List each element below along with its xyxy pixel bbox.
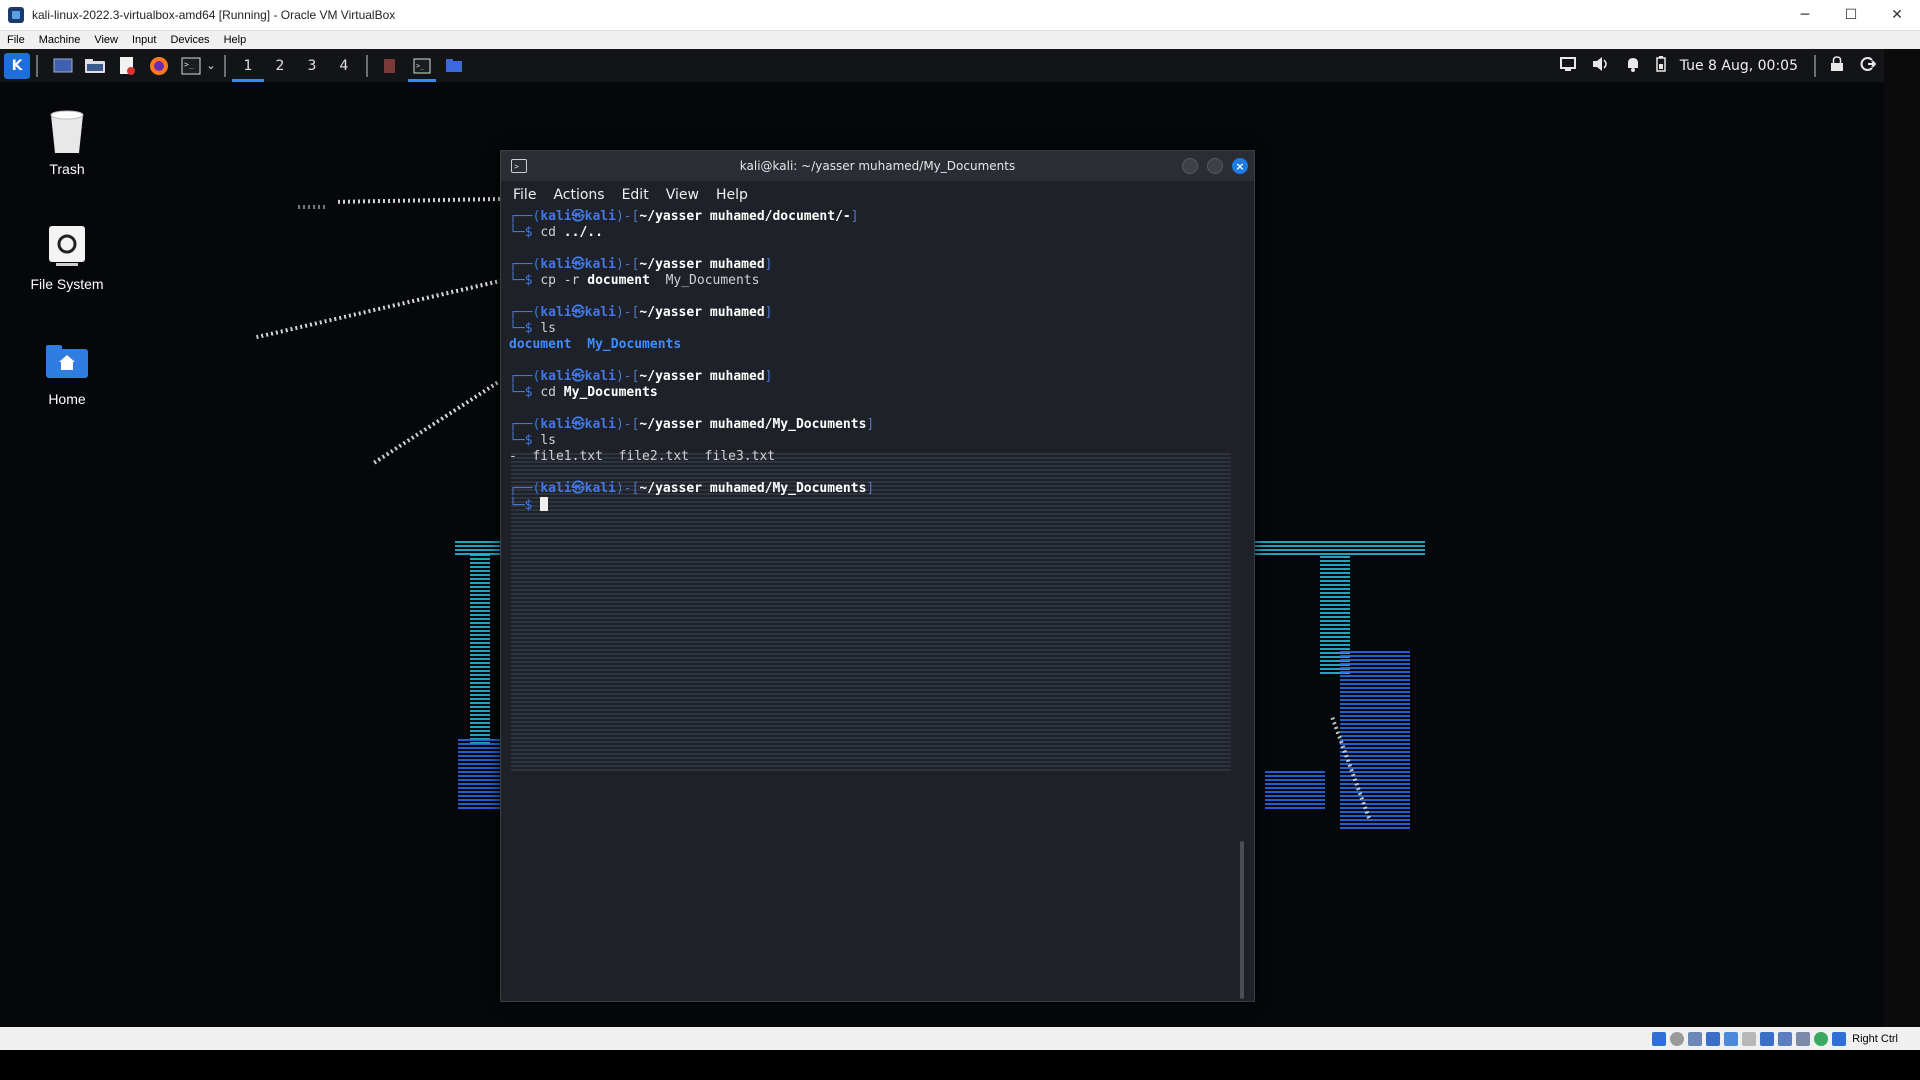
terminal-menu-help[interactable]: Help [716,187,748,203]
svg-text:>_: >_ [416,62,425,70]
file-manager-icon[interactable] [82,53,108,79]
taskbar-text-editor-icon[interactable] [374,49,406,82]
optical-drive-icon[interactable] [1670,1031,1685,1046]
vbox-menu-input[interactable]: Input [125,34,163,46]
command-line: └─$ ls [509,433,556,448]
close-button[interactable]: ✕ [1874,0,1920,30]
command-output: - file1.txt file2.txt file3.txt [509,449,776,464]
terminal-close-button[interactable]: × [1232,158,1248,174]
host-screen-bottom [0,1050,1920,1080]
kali-top-panel: K >_ ⌄ 1 2 3 4 >_ Tue 8 Aug, 00:05 [0,49,1884,82]
usb-icon[interactable] [1724,1031,1739,1046]
workspace-1[interactable]: 1 [232,49,264,82]
display-status-icon[interactable] [1760,1031,1775,1046]
vbox-window-title: kali-linux-2022.3-virtualbox-amd64 [Runn… [32,8,396,22]
desktop-icon-trash[interactable]: Trash [12,107,122,177]
recording-icon[interactable] [1778,1031,1793,1046]
prompt-line: ┌──(kali㉿kali)-[~/yasser muhamed] [509,305,773,320]
command-line: └─$ cd ../.. [509,225,603,240]
command-output: document My_Documents [509,337,682,352]
panel-separator [1814,54,1816,77]
svg-text:>_: >_ [184,60,194,69]
display-icon[interactable] [1559,56,1576,75]
desktop-icon-label: File System [30,276,104,292]
kali-menu-button[interactable]: K [4,52,30,79]
terminal-titlebar[interactable]: > kali@kali: ~/yasser muhamed/My_Documen… [501,151,1254,181]
workspace-3[interactable]: 3 [296,49,328,82]
desktop-icon-file-system[interactable]: File System [12,222,122,292]
terminal-minimize-button[interactable] [1182,158,1198,174]
guest-screen-margin [1884,49,1920,1027]
terminal-window[interactable]: > kali@kali: ~/yasser muhamed/My_Documen… [500,150,1255,1002]
text-cursor [540,497,549,511]
vbox-menu-file[interactable]: File [0,34,32,46]
terminal-menu-edit[interactable]: Edit [622,187,649,203]
battery-icon[interactable] [1655,55,1666,76]
maximize-button[interactable]: ☐ [1828,0,1874,30]
terminal-menu-view[interactable]: View [666,187,699,203]
taskbar-folder-icon[interactable] [438,49,470,82]
terminal-launcher-icon[interactable]: >_ [178,53,204,79]
command-line: └─$ cp -r document My_Documents [509,273,760,288]
cpu-icon[interactable] [1796,1031,1811,1046]
terminal-window-icon: > [511,159,527,173]
firefox-icon[interactable] [146,53,172,79]
vbox-menu-machine[interactable]: Machine [32,34,88,46]
terminal-scrollbar[interactable] [1240,841,1244,999]
vbox-menu-help[interactable]: Help [217,34,254,46]
window-controls: ─ ☐ ✕ [1782,0,1920,30]
terminal-menu-file[interactable]: File [513,187,536,203]
network-icon[interactable] [1706,1031,1721,1046]
desktop-icon-home[interactable]: Home [12,337,122,407]
terminal-output[interactable]: ┌──(kali㉿kali)-[~/yasser muhamed/documen… [509,209,1238,1001]
lock-icon[interactable] [1830,55,1844,76]
filesystem-icon [43,222,91,270]
prompt-line: ┌──(kali㉿kali)-[~/yasser muhamed/My_Docu… [509,481,875,496]
taskbar-terminal-icon[interactable]: >_ [406,49,438,82]
text-editor-icon[interactable] [114,53,140,79]
trash-icon [43,107,91,155]
chevron-down-icon[interactable]: ⌄ [204,53,218,79]
vbox-menu-view[interactable]: View [87,34,125,46]
vbox-titlebar: kali-linux-2022.3-virtualbox-amd64 [Runn… [0,0,1920,31]
terminal-menubar: File Actions Edit View Help [501,181,1254,209]
workspace-2[interactable]: 2 [264,49,296,82]
command-line[interactable]: └─$ [509,497,1238,513]
terminal-maximize-button[interactable] [1207,158,1223,174]
command-line: └─$ cd My_Documents [509,385,658,400]
volume-icon[interactable] [1592,56,1610,76]
desktop-icon-label: Trash [49,161,85,177]
prompt-line: ┌──(kali㉿kali)-[~/yasser muhamed] [509,257,773,272]
hard-disk-icon[interactable] [1652,1031,1667,1046]
guest-screen[interactable]: K >_ ⌄ 1 2 3 4 >_ Tue 8 Aug, 00:05 Trash… [0,49,1884,1027]
terminal-title: kali@kali: ~/yasser muhamed/My_Documents [739,159,1016,173]
command-line: └─$ ls [509,321,556,336]
panel-separator [36,54,38,77]
panel-tray: Tue 8 Aug, 00:05 [1552,49,1884,82]
audio-icon[interactable] [1688,1031,1703,1046]
vbox-menu-devices[interactable]: Devices [163,34,216,46]
minimize-button[interactable]: ─ [1782,0,1828,30]
panel-separator [366,54,368,77]
desktop-icon-label: Home [48,391,86,407]
panel-separator [224,54,226,77]
workspace-4[interactable]: 4 [328,49,360,82]
keyboard-capture-icon[interactable] [1832,1031,1847,1046]
logout-icon[interactable] [1860,56,1877,76]
vbox-menubar: File Machine View Input Devices Help [0,31,1920,49]
host-key-label: Right Ctrl [1852,1032,1898,1045]
vbox-statusbar: Right Ctrl [0,1027,1920,1050]
terminal-menu-actions[interactable]: Actions [553,187,604,203]
panel-clock[interactable]: Tue 8 Aug, 00:05 [1680,58,1798,74]
show-desktop-icon[interactable] [50,53,76,79]
home-folder-icon [43,337,91,385]
prompt-line: ┌──(kali㉿kali)-[~/yasser muhamed/My_Docu… [509,417,875,432]
virtualbox-app-icon [8,7,24,23]
prompt-line: ┌──(kali㉿kali)-[~/yasser muhamed] [509,369,773,384]
mouse-integration-icon[interactable] [1814,1031,1829,1046]
prompt-line: ┌──(kali㉿kali)-[~/yasser muhamed/documen… [509,209,859,224]
notification-bell-icon[interactable] [1626,56,1640,76]
shared-folders-icon[interactable] [1742,1031,1757,1046]
